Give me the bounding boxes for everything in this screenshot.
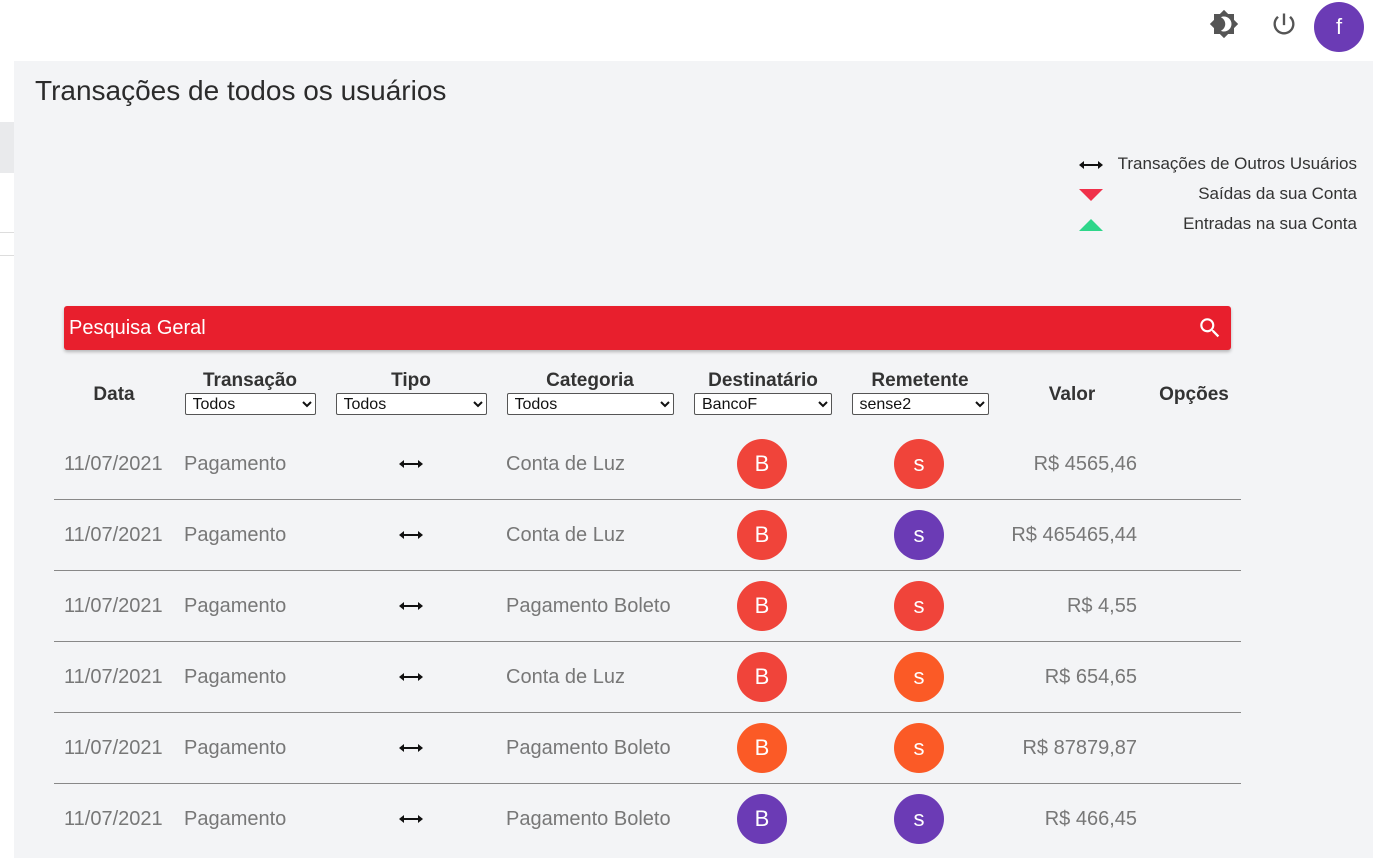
double-arrow-icon: [396, 429, 426, 499]
date-cell: 11/07/2021: [64, 453, 163, 475]
transaction-cell: Pagamento: [184, 666, 287, 688]
transaction-cell: Pagamento: [184, 595, 287, 617]
recipient-avatar[interactable]: B: [737, 723, 787, 773]
sender-avatar[interactable]: s: [894, 581, 944, 631]
column-header-valor: Valor: [1048, 384, 1096, 405]
recipient-avatar[interactable]: B: [737, 652, 787, 702]
recipient-avatar[interactable]: B: [737, 794, 787, 844]
table-row[interactable]: 11/07/2021 Pagamento Conta de Luz B s R$…: [54, 429, 1241, 500]
double-arrow-icon: [396, 571, 426, 641]
table-row[interactable]: 11/07/2021 Pagamento Pagamento Boleto B …: [54, 784, 1241, 855]
search-bar: [64, 306, 1231, 350]
legend-item-incoming: Entradas na sua Conta: [1057, 209, 1357, 239]
legend-label: Saídas da sua Conta: [1198, 184, 1357, 203]
category-cell: Pagamento Boleto: [506, 595, 671, 617]
page-title: Transações de todos os usuários: [35, 75, 447, 106]
transactions-table-body: 11/07/2021 Pagamento Conta de Luz B s R$…: [54, 429, 1241, 855]
top-bar: f: [0, 0, 1373, 60]
tipo-filter-select[interactable]: Todos: [335, 393, 487, 415]
sidebar-divider: [0, 232, 14, 233]
double-arrow-icon: [396, 500, 426, 570]
search-icon[interactable]: [1197, 315, 1223, 341]
destinatario-filter-select[interactable]: BancoF: [694, 393, 832, 415]
triangle-up-icon: [1077, 217, 1105, 233]
recipient-avatar[interactable]: B: [737, 439, 787, 489]
brightness-icon[interactable]: [1206, 6, 1242, 42]
column-header-remetente: Remetente sense2: [851, 369, 989, 415]
transaction-cell: Pagamento: [184, 808, 287, 830]
category-cell: Conta de Luz: [506, 666, 625, 688]
date-cell: 11/07/2021: [64, 666, 163, 688]
category-cell: Pagamento Boleto: [506, 737, 671, 759]
sender-avatar[interactable]: s: [894, 439, 944, 489]
table-row[interactable]: 11/07/2021 Pagamento Conta de Luz B s R$…: [54, 500, 1241, 571]
legend-label: Transações de Outros Usuários: [1117, 154, 1357, 173]
double-arrow-icon: [396, 642, 426, 712]
column-header-transacao: Transação Todos: [184, 369, 316, 415]
column-header-data: Data: [93, 384, 135, 405]
amount-cell: R$ 4565,46: [1033, 453, 1137, 475]
table-row[interactable]: 11/07/2021 Pagamento Pagamento Boleto B …: [54, 713, 1241, 784]
sender-avatar[interactable]: s: [894, 510, 944, 560]
sidebar-divider: [0, 255, 14, 256]
sender-avatar[interactable]: s: [894, 723, 944, 773]
transaction-cell: Pagamento: [184, 453, 287, 475]
legend-item-others: Transações de Outros Usuários: [1057, 149, 1357, 179]
transaction-cell: Pagamento: [184, 737, 287, 759]
categoria-filter-select[interactable]: Todos: [506, 393, 674, 415]
double-arrow-icon: [396, 784, 426, 854]
user-avatar[interactable]: f: [1314, 2, 1364, 52]
amount-cell: R$ 4,55: [1066, 595, 1137, 617]
amount-cell: R$ 465465,44: [1011, 524, 1137, 546]
sidebar-edge: [0, 122, 14, 173]
table-header: Data Transação Todos Tipo Todos Categori…: [54, 369, 1241, 429]
date-cell: 11/07/2021: [64, 595, 163, 617]
recipient-avatar[interactable]: B: [737, 510, 787, 560]
amount-cell: R$ 654,65: [1044, 666, 1137, 688]
date-cell: 11/07/2021: [64, 737, 163, 759]
legend-item-outgoing: Saídas da sua Conta: [1057, 179, 1357, 209]
double-arrow-icon: [396, 713, 426, 783]
category-cell: Pagamento Boleto: [506, 808, 671, 830]
table-row[interactable]: 11/07/2021 Pagamento Pagamento Boleto B …: [54, 571, 1241, 642]
remetente-filter-select[interactable]: sense2: [851, 393, 989, 415]
main-content: Transações de todos os usuários Transaçõ…: [14, 61, 1373, 858]
amount-cell: R$ 87879,87: [1022, 737, 1137, 759]
sender-avatar[interactable]: s: [894, 652, 944, 702]
column-header-tipo: Tipo Todos: [335, 369, 487, 415]
legend-label: Entradas na sua Conta: [1183, 214, 1357, 233]
table-row[interactable]: 11/07/2021 Pagamento Conta de Luz B s R$…: [54, 642, 1241, 713]
amount-cell: R$ 466,45: [1044, 808, 1137, 830]
category-cell: Conta de Luz: [506, 524, 625, 546]
date-cell: 11/07/2021: [64, 524, 163, 546]
legend: Transações de Outros Usuários Saídas da …: [1057, 149, 1357, 239]
column-header-destinatario: Destinatário BancoF: [693, 369, 833, 415]
category-cell: Conta de Luz: [506, 453, 625, 475]
column-header-categoria: Categoria Todos: [506, 369, 674, 415]
column-header-opcoes: Opções: [1159, 384, 1229, 405]
search-input[interactable]: [69, 316, 1169, 340]
power-icon[interactable]: [1266, 6, 1302, 42]
date-cell: 11/07/2021: [64, 808, 163, 830]
transaction-cell: Pagamento: [184, 524, 287, 546]
transacao-filter-select[interactable]: Todos: [184, 393, 316, 415]
recipient-avatar[interactable]: B: [737, 581, 787, 631]
double-arrow-icon: [1077, 157, 1105, 173]
triangle-down-icon: [1077, 187, 1105, 203]
sender-avatar[interactable]: s: [894, 794, 944, 844]
